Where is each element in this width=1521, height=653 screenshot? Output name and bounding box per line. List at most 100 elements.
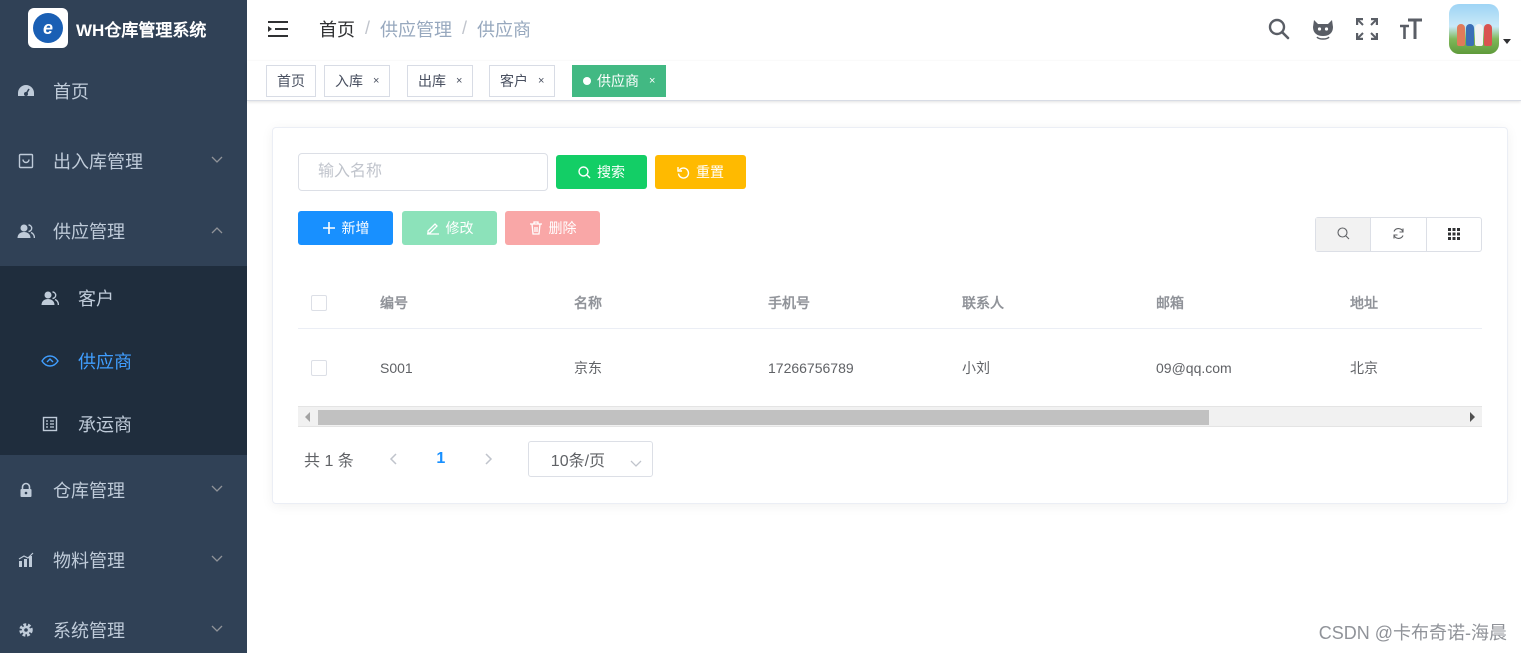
document-icon bbox=[40, 416, 60, 432]
submenu-supply: 客户 供应商 承运商 bbox=[0, 266, 247, 455]
table-cell: 09@qq.com bbox=[1156, 359, 1232, 376]
hamburger-icon[interactable] bbox=[267, 19, 289, 39]
navbar-right bbox=[1267, 0, 1521, 57]
caret-down-icon[interactable] bbox=[1503, 39, 1511, 44]
page-size-select[interactable]: 10条/页 bbox=[527, 441, 653, 477]
tag-customer[interactable]: 客户 × bbox=[489, 65, 556, 97]
watermark: CSDN @卡布奇诺-海晨 bbox=[1318, 623, 1507, 643]
row-check-cell bbox=[298, 359, 380, 376]
select-all-checkbox[interactable] bbox=[311, 295, 327, 311]
horizontal-scrollbar[interactable] bbox=[298, 406, 1482, 427]
next-page-button[interactable] bbox=[472, 453, 506, 465]
sidebar-item-inout[interactable]: 出入库管理 bbox=[0, 126, 247, 196]
chevron-down-icon bbox=[211, 156, 223, 164]
user-icon bbox=[40, 290, 60, 306]
sidebar-item-label: 出入库管理 bbox=[53, 152, 143, 172]
chevron-down-icon bbox=[211, 485, 223, 493]
tag-label: 首页 bbox=[277, 73, 305, 89]
table-tools bbox=[1315, 217, 1482, 252]
close-icon[interactable]: × bbox=[538, 75, 544, 87]
search-icon[interactable] bbox=[1267, 17, 1291, 41]
sidebar-item-carrier[interactable]: 承运商 bbox=[0, 392, 247, 455]
row-checkbox[interactable] bbox=[311, 359, 327, 376]
logo-mark: e bbox=[28, 8, 68, 48]
prev-page-button[interactable] bbox=[376, 453, 410, 465]
supplier-table: 编号 名称 手机号 联系人 邮箱 地址 S001 京东 17266756789 … bbox=[298, 278, 1482, 407]
delete-button[interactable]: 删除 bbox=[505, 211, 600, 245]
scroll-left-icon[interactable] bbox=[305, 412, 310, 422]
page-number[interactable]: 1 bbox=[424, 450, 458, 468]
column-header: 手机号 bbox=[768, 295, 810, 311]
search-icon bbox=[578, 165, 591, 179]
edit-button[interactable]: 修改 bbox=[402, 211, 497, 245]
tags-view: 首页 入库 × 出库 × 客户 × 供应商 × bbox=[247, 61, 1521, 101]
avatar[interactable] bbox=[1449, 3, 1499, 54]
toggle-search-button[interactable] bbox=[1316, 218, 1372, 251]
tag-home[interactable]: 首页 bbox=[266, 65, 316, 97]
sidebar-item-home[interactable]: 首页 bbox=[0, 56, 247, 126]
chart-icon bbox=[16, 552, 36, 568]
close-icon[interactable]: × bbox=[649, 75, 655, 87]
sidebar-item-supplier[interactable]: 供应商 bbox=[0, 329, 247, 392]
edit-icon bbox=[426, 221, 440, 235]
sidebar-item-material[interactable]: 物料管理 bbox=[0, 525, 247, 595]
active-dot-icon bbox=[583, 77, 591, 85]
breadcrumb-home[interactable]: 首页 bbox=[319, 16, 355, 42]
logo[interactable]: e WH仓库管理系统 bbox=[0, 0, 247, 56]
reset-button[interactable]: 重置 bbox=[655, 155, 746, 189]
refresh-icon bbox=[677, 166, 690, 179]
tag-label: 供应商 bbox=[597, 73, 639, 89]
header-check-cell bbox=[298, 295, 380, 311]
scrollbar-thumb[interactable] bbox=[318, 410, 1209, 425]
chevron-up-icon bbox=[211, 226, 223, 234]
page-size-value: 10条/页 bbox=[550, 453, 606, 470]
column-header: 地址 bbox=[1350, 295, 1378, 311]
search-input[interactable] bbox=[298, 153, 548, 191]
close-icon[interactable]: × bbox=[456, 75, 462, 87]
add-button[interactable]: 新增 bbox=[298, 211, 393, 245]
tag-supplier[interactable]: 供应商 × bbox=[572, 65, 667, 97]
peoples-icon bbox=[16, 223, 36, 239]
pagination: 共 1 条 1 10条/页 bbox=[304, 441, 653, 477]
breadcrumb-separator: / bbox=[462, 18, 468, 38]
edit-button-label: 修改 bbox=[445, 220, 474, 236]
delete-button-label: 删除 bbox=[548, 220, 577, 236]
sidebar-subitem-label: 客户 bbox=[78, 288, 114, 309]
sidebar-item-label: 首页 bbox=[53, 82, 89, 102]
sidebar-item-customer[interactable]: 客户 bbox=[0, 266, 247, 329]
breadcrumb-supply: 供应管理 bbox=[380, 19, 453, 40]
inbox-icon bbox=[16, 153, 36, 169]
search-button[interactable]: 搜索 bbox=[556, 155, 647, 189]
refresh-button[interactable] bbox=[1371, 218, 1427, 251]
sidebar-item-warehouse[interactable]: 仓库管理 bbox=[0, 455, 247, 525]
sidebar-item-label: 物料管理 bbox=[53, 551, 125, 571]
search-icon bbox=[1337, 226, 1350, 243]
table-row[interactable]: S001 京东 17266756789 小刘 09@qq.com 北京 bbox=[298, 329, 1482, 407]
column-header: 编号 bbox=[380, 295, 408, 311]
sidebar-subitem-label: 供应商 bbox=[78, 351, 132, 372]
close-icon[interactable]: × bbox=[373, 75, 379, 87]
trash-icon bbox=[529, 221, 543, 235]
sidebar: e WH仓库管理系统 首页 出入库管理 供应管理 客户 供应商 承运商 仓库管理… bbox=[0, 0, 247, 653]
fullscreen-icon[interactable] bbox=[1355, 17, 1379, 41]
grid-icon bbox=[1447, 227, 1460, 243]
table-cell: 17266756789 bbox=[768, 359, 854, 376]
pagination-total: 共 1 条 bbox=[304, 453, 354, 470]
column-header: 名称 bbox=[574, 295, 602, 311]
tag-outbound[interactable]: 出库 × bbox=[407, 65, 474, 97]
columns-button[interactable] bbox=[1427, 218, 1481, 251]
sidebar-item-label: 仓库管理 bbox=[53, 481, 125, 501]
chevron-down-icon bbox=[211, 625, 223, 633]
github-icon[interactable] bbox=[1311, 17, 1335, 41]
sidebar-item-supply[interactable]: 供应管理 bbox=[0, 196, 247, 266]
lock-icon bbox=[16, 482, 36, 498]
dashboard-icon bbox=[16, 83, 36, 99]
sidebar-item-label: 供应管理 bbox=[53, 222, 125, 242]
sidebar-item-system[interactable]: 系统管理 bbox=[0, 595, 247, 653]
sidebar-item-label: 系统管理 bbox=[53, 621, 125, 641]
table-cell: 小刘 bbox=[962, 359, 990, 376]
scroll-right-icon[interactable] bbox=[1470, 412, 1475, 422]
font-size-icon[interactable] bbox=[1399, 17, 1423, 41]
tag-inbound[interactable]: 入库 × bbox=[324, 65, 391, 97]
breadcrumb-supplier: 供应商 bbox=[477, 19, 532, 40]
